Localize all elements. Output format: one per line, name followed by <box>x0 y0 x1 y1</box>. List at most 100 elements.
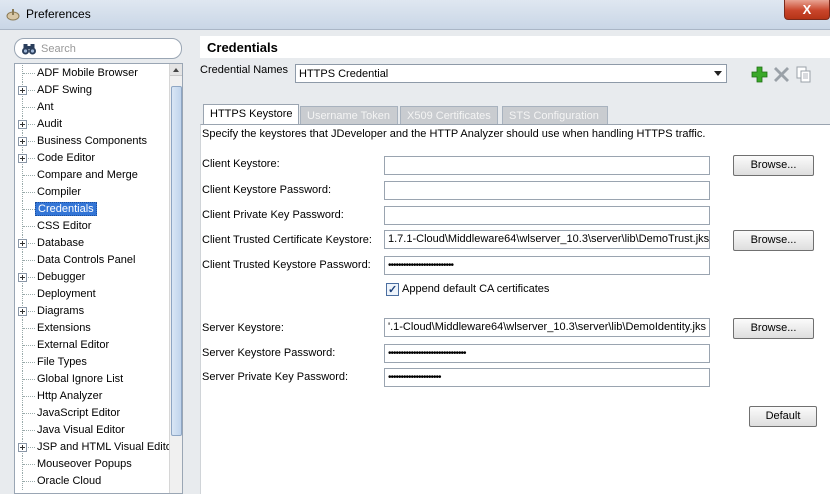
tree-item[interactable]: Diagrams <box>15 303 170 320</box>
tree-item[interactable]: File Types <box>15 354 170 371</box>
tree-item[interactable]: Code Editor <box>15 150 170 167</box>
server-private-key-password-field[interactable]: ••••••••••••••••••••• <box>384 368 710 387</box>
tree-item[interactable]: ADF Swing <box>15 82 170 99</box>
client-trusted-keystore-password-field[interactable]: •••••••••••••••••••••••••• <box>384 256 710 275</box>
chevron-down-icon <box>714 71 722 76</box>
tree-connector <box>23 260 35 261</box>
client-trusted-keystore-browse-button[interactable]: Browse... <box>733 230 814 251</box>
tree-item[interactable]: Mouseover Popups <box>15 456 170 473</box>
tree-item[interactable]: JSP and HTML Visual Editor <box>15 439 176 456</box>
expand-plus-icon[interactable] <box>18 86 27 95</box>
client-private-key-password-label: Client Private Key Password: <box>202 209 344 221</box>
tree-item-label: Compare and Merge <box>37 169 138 181</box>
tree-connector <box>23 73 35 74</box>
tree-item[interactable]: Java Visual Editor <box>15 422 170 439</box>
default-button[interactable]: Default <box>749 406 817 427</box>
page-header: Credentials <box>200 36 830 58</box>
tab-username-token[interactable]: Username Token <box>300 106 398 125</box>
tree-item-label: Diagrams <box>37 305 85 317</box>
tree-item[interactable]: Data Controls Panel <box>15 252 170 269</box>
title-bar[interactable]: Preferences X <box>0 0 830 30</box>
tree-item-label: ADF Swing <box>37 84 93 96</box>
tree-item[interactable]: JavaScript Editor <box>15 405 170 422</box>
add-icon[interactable] <box>751 66 768 83</box>
expand-plus-icon[interactable] <box>18 137 27 146</box>
server-private-key-password-label: Server Private Key Password: <box>202 371 349 383</box>
tree-item-label: Debugger <box>37 271 86 283</box>
expand-plus-icon[interactable] <box>18 154 27 163</box>
tree-connector <box>23 294 35 295</box>
client-keystore-browse-button[interactable]: Browse... <box>733 155 814 176</box>
page-title: Credentials <box>207 40 278 55</box>
expand-plus-icon[interactable] <box>18 443 27 452</box>
search-box[interactable] <box>14 38 182 59</box>
tree-connector <box>23 362 35 363</box>
tree-item-label: Credentials <box>35 202 97 216</box>
credential-names-select[interactable]: HTTPS Credential <box>295 64 727 83</box>
client-trusted-cert-keystore-field[interactable]: 1.7.1-Cloud\Middleware64\wlserver_10.3\s… <box>384 230 710 249</box>
tree-item[interactable]: Extensions <box>15 320 170 337</box>
tree-item-label: Global Ignore List <box>37 373 124 385</box>
tree-item-label: Mouseover Popups <box>37 458 132 470</box>
preferences-tree[interactable]: ADF Mobile Browser ADF Swing Ant Audit Busin… <box>14 63 183 494</box>
tab-x509-certificates[interactable]: X509 Certificates <box>400 106 498 125</box>
tree-connector <box>23 192 35 193</box>
tab-https-keystore[interactable]: HTTPS Keystore <box>203 104 299 125</box>
credential-names-label: Credential Names <box>200 64 289 76</box>
server-keystore-password-label: Server Keystore Password: <box>202 347 336 359</box>
tree-item-label: Data Controls Panel <box>37 254 136 266</box>
scroll-up-arrow-icon[interactable] <box>170 64 182 76</box>
tree-item-label: Compiler <box>37 186 82 198</box>
expand-plus-icon[interactable] <box>18 120 27 129</box>
tree-item[interactable]: Oracle Cloud <box>15 473 170 490</box>
tree-item[interactable]: Deployment <box>15 286 170 303</box>
server-keystore-field[interactable]: '.1-Cloud\Middleware64\wlserver_10.3\ser… <box>384 318 710 337</box>
append-ca-label[interactable]: Append default CA certificates <box>402 283 549 295</box>
append-ca-checkbox[interactable]: ✓ <box>386 283 399 296</box>
tree-item-label: JavaScript Editor <box>37 407 121 419</box>
client-keystore-label: Client Keystore: <box>202 158 280 170</box>
tree-item-label: Code Editor <box>37 152 96 164</box>
tree-connector <box>23 107 35 108</box>
tree-item[interactable]: Compiler <box>15 184 170 201</box>
close-button[interactable]: X <box>784 0 830 20</box>
tree-connector <box>23 481 35 482</box>
tab-sts-configuration[interactable]: STS Configuration <box>502 106 608 125</box>
expand-plus-icon[interactable] <box>18 239 27 248</box>
tree-item-label: CSS Editor <box>37 220 92 232</box>
tree-item[interactable]: Credentials <box>15 201 170 218</box>
tree-item[interactable]: ADF Mobile Browser <box>15 65 170 82</box>
tree-connector <box>23 226 35 227</box>
tree-item[interactable]: External Editor <box>15 337 170 354</box>
tree-item-label: External Editor <box>37 339 110 351</box>
tree-item[interactable]: Database <box>15 235 170 252</box>
expand-plus-icon[interactable] <box>18 307 27 316</box>
tree-item[interactable]: Audit <box>15 116 170 133</box>
server-keystore-browse-button[interactable]: Browse... <box>733 318 814 339</box>
panel-description: Specify the keystores that JDeveloper an… <box>202 128 706 140</box>
tree-item[interactable]: Global Ignore List <box>15 371 170 388</box>
client-private-key-password-field[interactable] <box>384 206 710 225</box>
tree-connector <box>23 430 35 431</box>
expand-plus-icon[interactable] <box>18 273 27 282</box>
client-keystore-password-field[interactable] <box>384 181 710 200</box>
tree-item[interactable]: Ant <box>15 99 170 116</box>
tree-item-label: Java Visual Editor <box>37 424 125 436</box>
credential-names-value: HTTPS Credential <box>299 68 389 80</box>
tree-connector <box>23 328 35 329</box>
server-keystore-password-field[interactable]: ••••••••••••••••••••••••••••••• <box>384 344 710 363</box>
tree-item[interactable]: Business Components <box>15 133 170 150</box>
tree-item-label: Deployment <box>37 288 96 300</box>
tree-item[interactable]: Http Analyzer <box>15 388 170 405</box>
server-keystore-label: Server Keystore: <box>202 322 284 334</box>
binoculars-icon <box>22 44 36 55</box>
tree-item[interactable]: Compare and Merge <box>15 167 170 184</box>
tree-item[interactable]: Debugger <box>15 269 170 286</box>
scroll-thumb[interactable] <box>171 86 182 436</box>
delete-icon[interactable] <box>773 66 790 83</box>
copy-icon[interactable] <box>795 66 812 83</box>
tree-item[interactable]: CSS Editor <box>15 218 170 235</box>
search-input[interactable] <box>41 41 176 56</box>
tree-scrollbar[interactable] <box>169 64 182 493</box>
client-keystore-field[interactable] <box>384 156 710 175</box>
